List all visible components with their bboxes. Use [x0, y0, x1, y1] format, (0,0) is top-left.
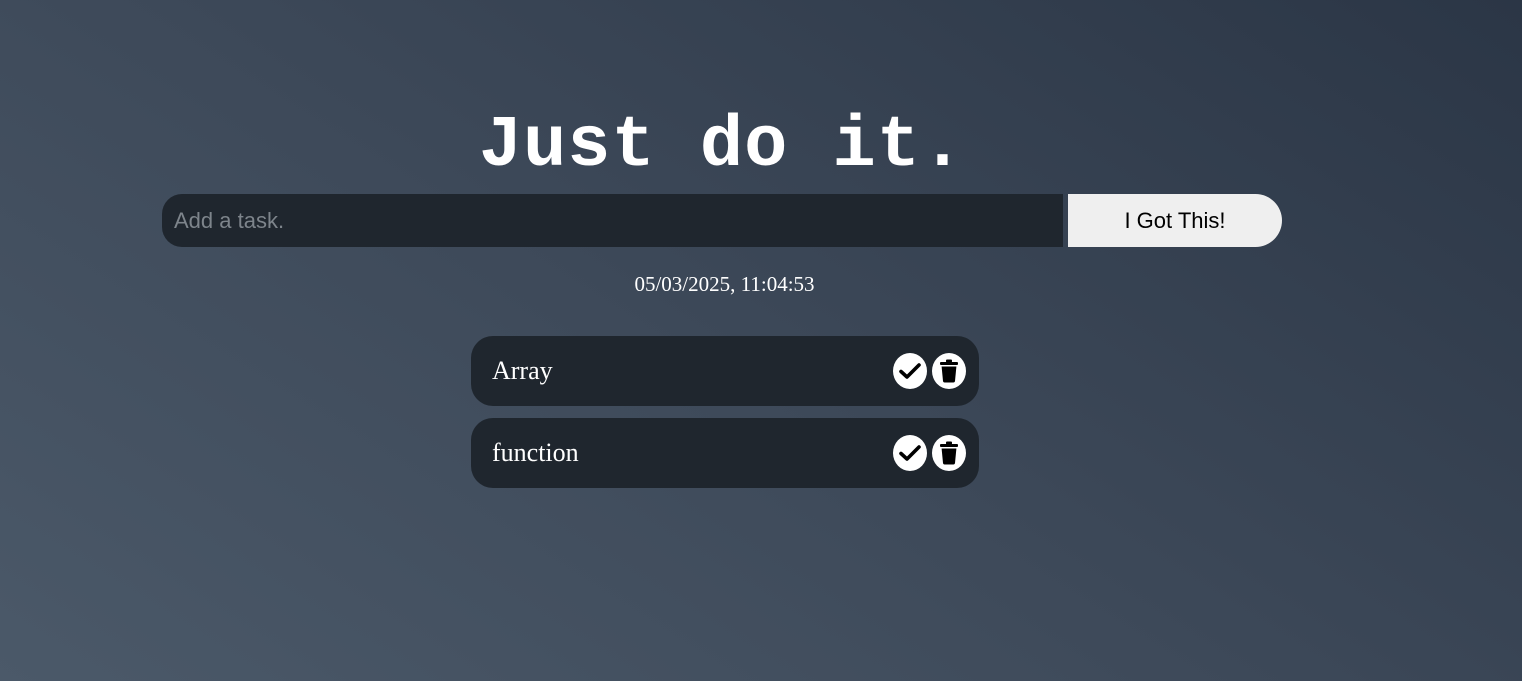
complete-task-button[interactable] — [893, 435, 927, 471]
page-title: Just do it. — [478, 105, 966, 187]
current-datetime: 05/03/2025, 11:04:53 — [634, 272, 815, 296]
task-text: Array — [492, 356, 553, 385]
task-text: function — [492, 438, 579, 467]
delete-task-button[interactable] — [932, 353, 966, 389]
task-input[interactable] — [162, 194, 1063, 247]
check-icon — [899, 362, 921, 380]
delete-task-button[interactable] — [932, 435, 966, 471]
add-task-button[interactable]: I Got This! — [1068, 194, 1282, 247]
trash-icon — [940, 441, 958, 465]
task-item: function — [471, 418, 979, 488]
trash-icon — [940, 359, 958, 383]
task-list: Array function — [471, 336, 979, 500]
complete-task-button[interactable] — [893, 353, 927, 389]
check-icon — [899, 444, 921, 462]
task-item: Array — [471, 336, 979, 406]
